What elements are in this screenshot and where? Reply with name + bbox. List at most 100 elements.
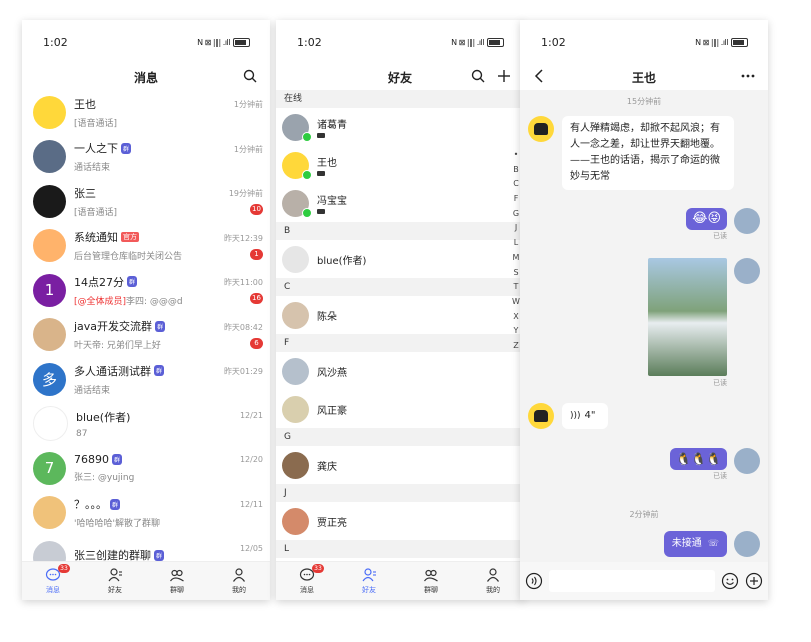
voice-message[interactable]: ))) 4" xyxy=(562,403,608,429)
status-icons: N ⊠ |‖| .ıll xyxy=(695,37,748,47)
group-badge: 群 xyxy=(155,320,166,332)
section-header: J xyxy=(276,484,524,502)
avatar[interactable] xyxy=(33,540,66,562)
avatar[interactable]: 7 xyxy=(33,451,66,485)
avatar[interactable] xyxy=(33,229,66,263)
avatar[interactable]: 多 xyxy=(33,362,66,396)
avatar[interactable] xyxy=(282,357,309,385)
avatar[interactable] xyxy=(282,507,309,535)
friends-screen: 1:02 N ⊠ |‖| .ıll 好友 在线 诸葛青 王也 冯宝宝 Bblue(作者)… xyxy=(276,20,524,600)
conversation-row[interactable]: 多 多人通话测试群群通话结束 昨天01:29 xyxy=(22,357,270,402)
emoji-bubble[interactable]: 😂😝 xyxy=(686,208,727,230)
tab-contacts[interactable]: 好友 xyxy=(84,562,146,600)
conversation-preview: [@全体成员]李四: @@@d xyxy=(74,294,270,307)
avatar[interactable] xyxy=(734,448,760,474)
status-bar: 1:02 N ⊠ |‖| .ıll xyxy=(520,20,768,64)
avatar[interactable] xyxy=(33,140,66,174)
avatar[interactable] xyxy=(33,184,66,218)
chat-title: 王也 xyxy=(631,70,656,85)
read-status: 已读 xyxy=(713,379,727,387)
avatar[interactable] xyxy=(282,451,309,479)
avatar[interactable]: 1 xyxy=(33,273,66,307)
search-icon[interactable] xyxy=(241,67,259,85)
image-message[interactable] xyxy=(648,258,727,376)
friend-row[interactable]: 龚庆 xyxy=(276,446,524,484)
tab-group[interactable]: 群聊 xyxy=(146,562,208,600)
avatar[interactable] xyxy=(33,318,66,352)
back-arrow-icon[interactable] xyxy=(531,67,549,85)
conversation-title: 张三 xyxy=(74,186,96,200)
tab-chat[interactable]: 消息 33 xyxy=(22,562,84,600)
avatar[interactable] xyxy=(734,208,760,234)
conversation-title: blue(作者) xyxy=(76,410,131,424)
chat-timestamp: 15分钟前 xyxy=(626,97,662,106)
conversation-row[interactable]: 7 76890 群张三: @yujing 12/20 xyxy=(22,446,270,491)
friend-row[interactable]: 贾正亮 xyxy=(276,502,524,540)
contacts-icon xyxy=(107,567,123,585)
tab-person[interactable]: 我的 xyxy=(462,562,524,600)
message-input[interactable] xyxy=(549,570,715,592)
add-icon[interactable] xyxy=(495,67,513,85)
preview-text: [语音通话] xyxy=(74,207,118,218)
avatar[interactable] xyxy=(282,395,309,423)
group-icon xyxy=(423,567,439,585)
messages-screen: 1:02 N ⊠ |‖| .ıll 消息 王也 [语音通话] 1分钟前 一人之下群通话… xyxy=(22,20,270,600)
conversation-row[interactable]: blue(作者) 87 12/21 xyxy=(22,402,270,447)
avatar-initial: 7 xyxy=(44,459,55,478)
conversation-row[interactable]: 1 14点27分群 [@全体成员]李四: @@@d 昨天11:00 16 xyxy=(22,268,270,313)
avatar[interactable] xyxy=(33,496,66,530)
avatar[interactable] xyxy=(282,301,309,329)
friend-name: 陈朵 xyxy=(317,311,337,323)
avatar[interactable] xyxy=(33,406,68,442)
tab-label: 好友 xyxy=(108,586,122,594)
section-header-online: 在线 xyxy=(276,90,524,108)
more-icon[interactable] xyxy=(739,67,757,85)
battery-icon xyxy=(487,37,504,47)
avatar[interactable] xyxy=(528,403,554,429)
conversation-row[interactable]: 一人之下群通话结束 1分钟前 xyxy=(22,135,270,180)
group-badge: 群 xyxy=(112,454,123,466)
conversation-time: 昨天11:00 xyxy=(223,278,263,287)
friend-row[interactable]: 冯宝宝 xyxy=(276,184,524,222)
avatar[interactable] xyxy=(282,245,309,273)
voice-input-icon[interactable] xyxy=(525,572,543,590)
tab-person[interactable]: 我的 xyxy=(208,562,270,600)
status-icons: N ⊠ |‖| .ıll xyxy=(197,37,250,47)
read-status: 已读 xyxy=(713,472,727,480)
friend-row[interactable]: blue(作者) xyxy=(276,240,524,278)
tab-chat[interactable]: 消息 33 xyxy=(276,562,338,600)
tab-label: 群聊 xyxy=(170,586,184,594)
search-icon[interactable] xyxy=(469,67,487,85)
avatar[interactable] xyxy=(528,116,554,142)
avatar[interactable] xyxy=(33,95,66,129)
friend-row[interactable]: 陈朵 xyxy=(276,296,524,334)
conversation-row[interactable]: 张三创建的群聊群 12/05 xyxy=(22,535,270,562)
person-icon xyxy=(231,567,247,585)
emoji-icon[interactable] xyxy=(721,572,739,590)
friend-row[interactable]: 诸葛青 xyxy=(276,108,524,146)
call-message[interactable]: 未接通 ☏ xyxy=(663,531,727,557)
conversation-row[interactable]: 张三 [语音通话] 19分钟前 10 xyxy=(22,179,270,224)
message-bubble[interactable]: 有人殚精竭虑，却掀不起风浪；有人一念之差，却让世界天翻地覆。——王也的话语，揭示… xyxy=(562,116,734,190)
section-header: C xyxy=(276,278,524,296)
group-icon xyxy=(169,567,185,585)
tab-group[interactable]: 群聊 xyxy=(400,562,462,600)
friend-row[interactable]: 风正豪 xyxy=(276,390,524,428)
conversation-row[interactable]: 系统通知 官方 后台管理仓库临时关闭公告 昨天12:39 1 xyxy=(22,224,270,269)
conversation-title: ？。。。 xyxy=(74,498,107,512)
conversation-title: 14点27分 xyxy=(74,275,124,289)
conversation-row[interactable]: ？。。。群 '哈哈哈哈'解散了群聊 12/11 xyxy=(22,491,270,536)
tab-label: 我的 xyxy=(486,586,500,594)
conversation-row[interactable]: java开发交流群群叶天帝: 兄弟们早上好 昨天08:42 6 xyxy=(22,313,270,358)
tab-contacts[interactable]: 好友 xyxy=(338,562,400,600)
preview-text: 李四: @@@d xyxy=(126,296,183,307)
friend-row[interactable]: 风沙燕 xyxy=(276,352,524,390)
avatar[interactable] xyxy=(734,258,760,284)
sticker-bubble[interactable]: 🐧🐧🐧 xyxy=(670,448,727,470)
unread-badge: 6 xyxy=(250,337,263,349)
plus-icon[interactable] xyxy=(745,572,763,590)
conversation-row[interactable]: 王也 [语音通话] 1分钟前 xyxy=(22,90,270,135)
avatar[interactable] xyxy=(734,531,760,557)
friend-name: 冯宝宝 xyxy=(317,196,347,207)
friend-row[interactable]: 王也 xyxy=(276,146,524,184)
